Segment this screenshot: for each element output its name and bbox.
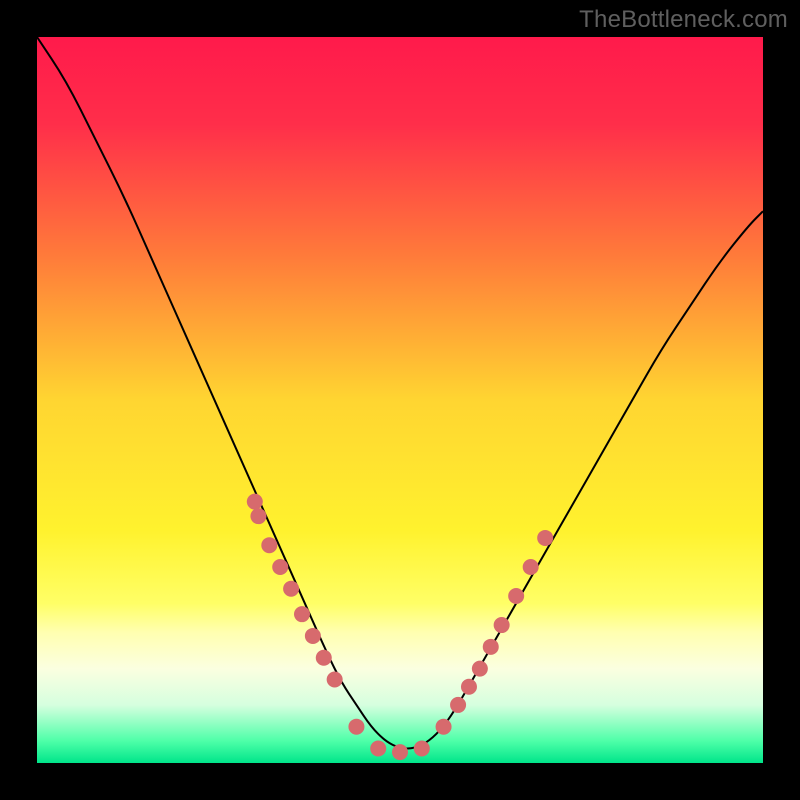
data-point	[294, 606, 310, 622]
data-point	[537, 530, 553, 546]
data-point	[283, 581, 299, 597]
data-point	[508, 588, 524, 604]
data-point	[247, 494, 263, 510]
data-point	[348, 719, 364, 735]
data-point	[414, 740, 430, 756]
data-point	[461, 679, 477, 695]
data-point	[472, 661, 488, 677]
chart-svg	[37, 37, 763, 763]
data-point	[370, 740, 386, 756]
data-point	[327, 672, 343, 688]
data-point	[261, 537, 277, 553]
data-point	[250, 508, 266, 524]
watermark-text: TheBottleneck.com	[579, 6, 788, 34]
plot-area	[37, 37, 763, 763]
chart-frame: TheBottleneck.com	[0, 0, 800, 800]
data-point	[450, 697, 466, 713]
data-point	[483, 639, 499, 655]
gradient-background	[37, 37, 763, 763]
data-point	[436, 719, 452, 735]
data-point	[494, 617, 510, 633]
data-point	[305, 628, 321, 644]
data-point	[523, 559, 539, 575]
data-point	[272, 559, 288, 575]
data-point	[392, 744, 408, 760]
data-point	[316, 650, 332, 666]
